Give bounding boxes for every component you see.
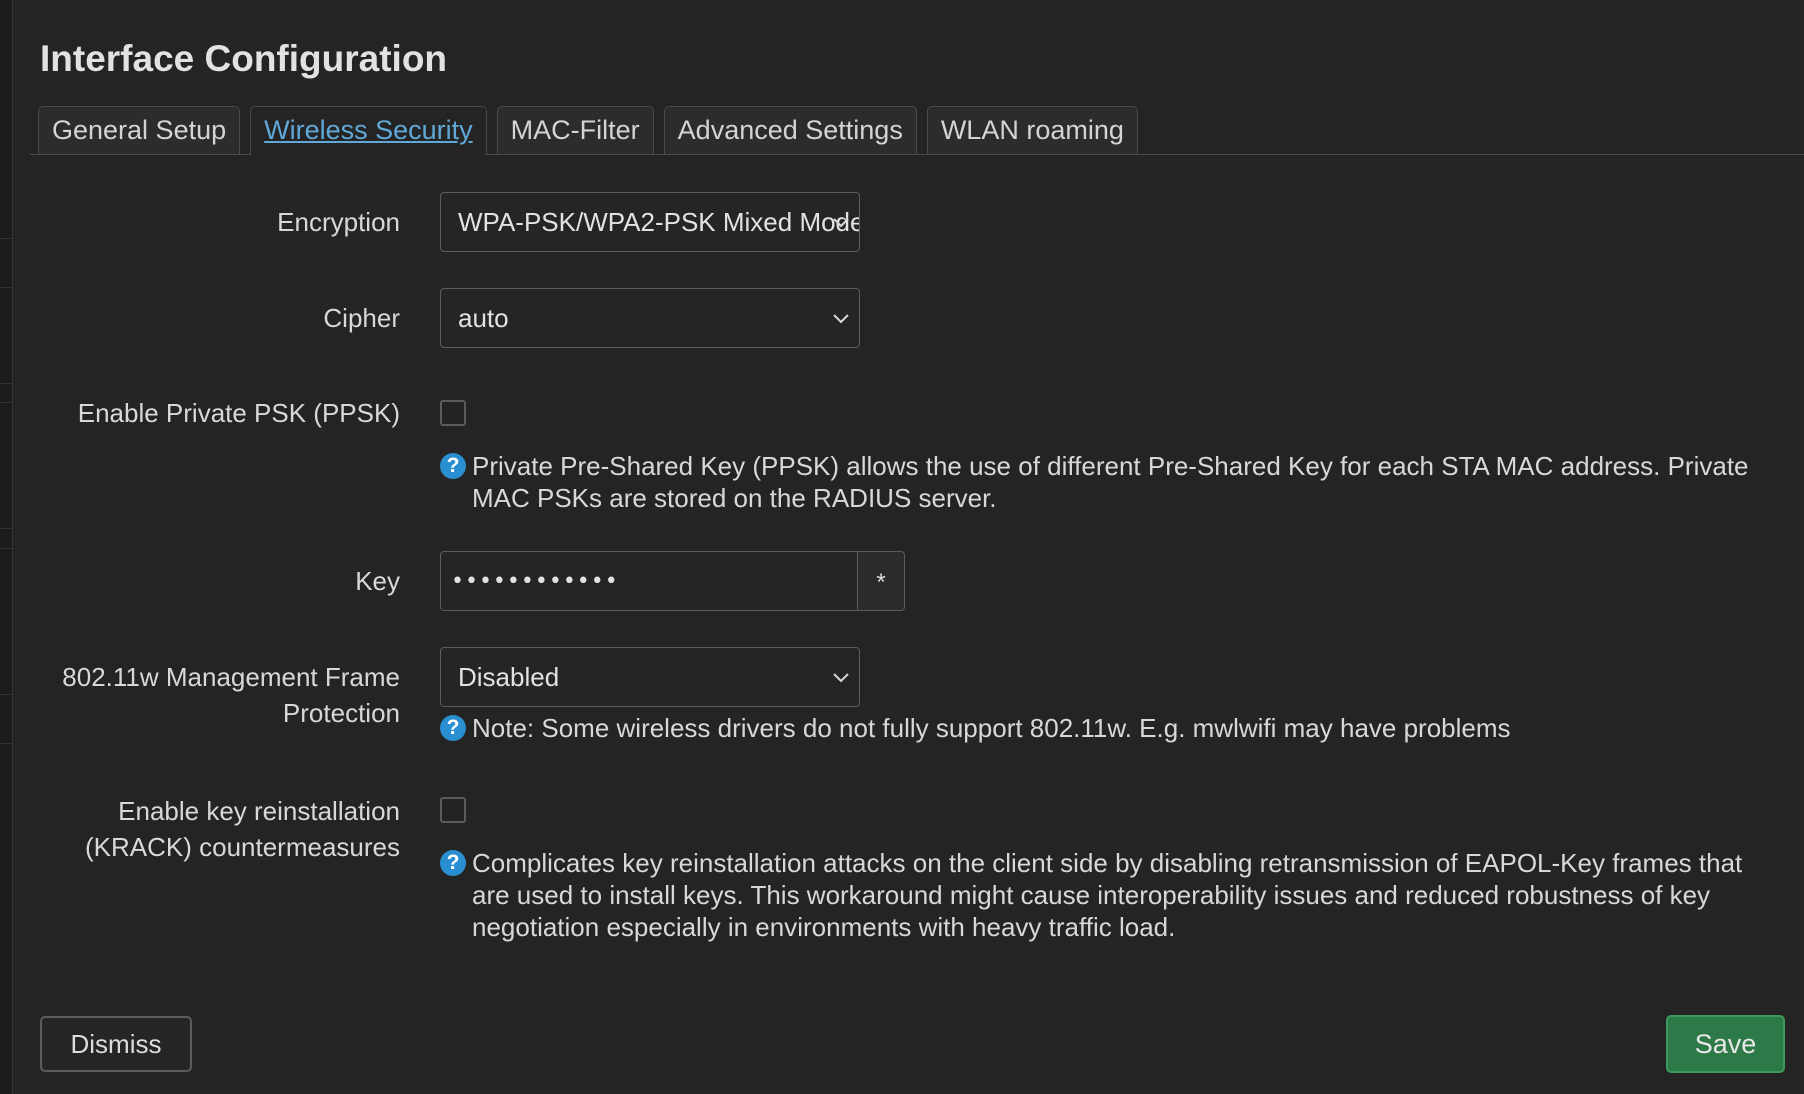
help-icon: ?: [440, 850, 466, 876]
ppsk-help-text: Private Pre-Shared Key (PPSK) allows the…: [472, 451, 1749, 513]
tab-wireless-security[interactable]: Wireless Security: [250, 106, 487, 155]
mfp-help: ? Note: Some wireless drivers do not ful…: [440, 712, 1780, 744]
mfp-label-line1: 802.11w Management Frame: [62, 662, 400, 692]
tab-advanced-settings[interactable]: Advanced Settings: [663, 106, 917, 154]
krack-checkbox[interactable]: [440, 797, 466, 823]
mfp-help-text: Note: Some wireless drivers do not fully…: [472, 713, 1511, 743]
key-label: Key: [355, 566, 400, 596]
mfp-select-value: Disabled: [458, 662, 560, 692]
key-field-group: *: [440, 551, 905, 611]
chevron-down-icon: [833, 314, 849, 324]
background-page-edge: [0, 0, 13, 1094]
tab-wlan-roaming[interactable]: WLAN roaming: [926, 106, 1138, 154]
ppsk-label: Enable Private PSK (PPSK): [77, 398, 400, 428]
chevron-down-icon: [833, 673, 849, 683]
key-input[interactable]: [440, 551, 857, 611]
help-icon: ?: [440, 453, 466, 479]
mfp-label: 802.11w Management Frame Protection: [62, 659, 400, 731]
interface-configuration-dialog: Interface Configuration General Setup Wi…: [13, 0, 1804, 1094]
ppsk-help: ? Private Pre-Shared Key (PPSK) allows t…: [440, 450, 1780, 514]
tab-bar: General Setup Wireless Security MAC-Filt…: [38, 106, 1138, 155]
dialog-title: Interface Configuration: [40, 38, 448, 79]
save-button[interactable]: Save: [1666, 1015, 1785, 1073]
mfp-label-line2: Protection: [282, 698, 400, 728]
encryption-select[interactable]: WPA-PSK/WPA2-PSK Mixed Mode: [440, 192, 860, 252]
help-icon: ?: [440, 715, 466, 741]
dismiss-button[interactable]: Dismiss: [40, 1016, 192, 1072]
tab-general-setup[interactable]: General Setup: [38, 106, 241, 154]
reveal-password-button[interactable]: *: [857, 551, 905, 611]
cipher-select[interactable]: auto: [440, 288, 860, 348]
ppsk-checkbox[interactable]: [440, 400, 466, 426]
krack-help: ? Complicates key reinstallation attacks…: [440, 847, 1780, 943]
tab-mac-filter[interactable]: MAC-Filter: [496, 106, 654, 154]
krack-help-text: Complicates key reinstallation attacks o…: [472, 848, 1743, 942]
cipher-label: Cipher: [323, 303, 400, 333]
krack-label-line1: Enable key reinstallation: [118, 796, 400, 826]
krack-label-line2: (KRACK) countermeasures: [85, 832, 400, 862]
chevron-down-icon: [833, 218, 849, 228]
cipher-select-value: auto: [458, 303, 509, 333]
encryption-label: Encryption: [277, 207, 400, 237]
krack-label: Enable key reinstallation (KRACK) counte…: [85, 793, 400, 865]
encryption-select-value: WPA-PSK/WPA2-PSK Mixed Mode: [458, 207, 860, 237]
mfp-select[interactable]: Disabled: [440, 647, 860, 707]
